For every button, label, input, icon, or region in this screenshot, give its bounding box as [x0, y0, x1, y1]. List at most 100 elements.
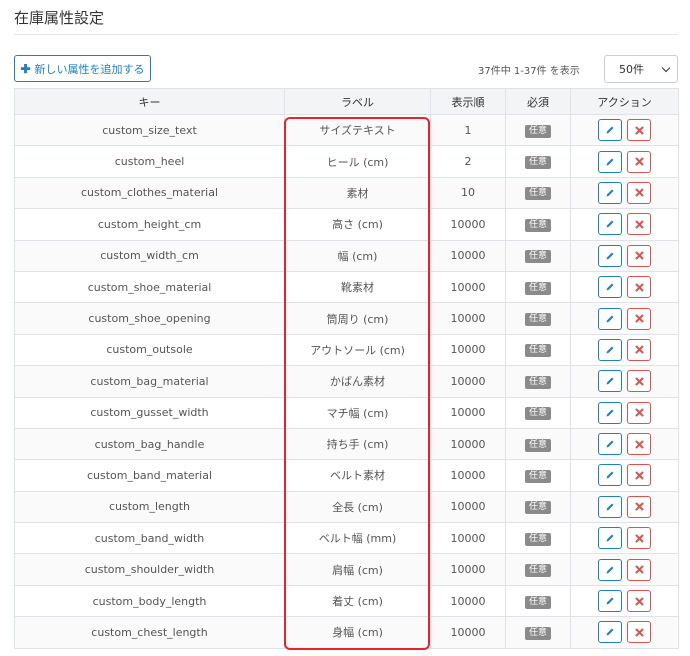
table-header-row: キー ラベル 表示順 必須 アクション: [14, 88, 679, 115]
delete-button[interactable]: [627, 338, 651, 361]
edit-button[interactable]: [598, 338, 622, 361]
edit-button[interactable]: [598, 558, 622, 581]
cell-actions: [570, 176, 679, 210]
cell-label: 身幅 (cm): [284, 616, 431, 649]
cell-actions: [570, 584, 679, 618]
cell-actions: [570, 459, 679, 492]
delete-button[interactable]: [627, 433, 651, 456]
cell-label: 肩幅 (cm): [284, 553, 431, 586]
cell-key: custom_heel: [14, 145, 285, 178]
row-actions: [571, 181, 678, 204]
required-badge: 任意: [524, 469, 551, 483]
cell-required: 任意: [505, 365, 571, 398]
pencil-icon: [605, 125, 615, 135]
edit-button[interactable]: [598, 495, 622, 518]
page-size-value: 50件: [619, 63, 644, 76]
x-icon: [635, 220, 644, 229]
plus-icon: ✚: [20, 61, 31, 76]
delete-button[interactable]: [627, 558, 651, 581]
cell-required: 任意: [505, 302, 571, 335]
header-key: キー: [14, 88, 285, 115]
row-actions: [571, 370, 678, 393]
table-row: custom_outsole アウトソール (cm) 10000 任意: [14, 333, 679, 367]
edit-button[interactable]: [598, 150, 622, 173]
edit-button[interactable]: [598, 464, 622, 487]
cell-required: 任意: [505, 396, 571, 429]
x-icon: [635, 345, 644, 354]
cell-order: 10000: [430, 616, 506, 649]
edit-button[interactable]: [598, 433, 622, 456]
pencil-icon: [605, 470, 615, 480]
x-icon: [635, 440, 644, 449]
table-row: custom_heel ヒール (cm) 2 任意: [14, 145, 679, 178]
x-icon: [635, 377, 644, 386]
delete-button[interactable]: [627, 527, 651, 550]
cell-actions: [570, 616, 679, 649]
cell-key: custom_shoe_material: [14, 270, 285, 304]
cell-actions: [570, 490, 679, 524]
delete-button[interactable]: [627, 401, 651, 424]
cell-required: 任意: [505, 427, 571, 461]
row-actions: [571, 527, 678, 550]
cell-key: custom_bag_handle: [14, 427, 285, 461]
cell-label: 素材: [284, 176, 431, 210]
edit-button[interactable]: [598, 213, 622, 236]
delete-button[interactable]: [627, 590, 651, 613]
edit-button[interactable]: [598, 621, 622, 644]
cell-actions: [570, 239, 679, 272]
cell-key: custom_height_cm: [14, 208, 285, 241]
cell-order: 10000: [430, 239, 506, 272]
x-icon: [635, 565, 644, 574]
delete-button[interactable]: [627, 307, 651, 330]
table-row: custom_body_length 着丈 (cm) 10000 任意: [14, 584, 679, 618]
required-badge: 任意: [524, 595, 551, 609]
cell-actions: [570, 208, 679, 241]
edit-button[interactable]: [598, 527, 622, 550]
edit-button[interactable]: [598, 401, 622, 424]
edit-button[interactable]: [598, 307, 622, 330]
required-badge: 任意: [524, 124, 551, 138]
edit-button[interactable]: [598, 590, 622, 613]
cell-order: 1: [430, 113, 506, 147]
pencil-icon: [605, 502, 615, 512]
delete-button[interactable]: [627, 213, 651, 236]
edit-button[interactable]: [598, 276, 622, 299]
x-icon: [635, 251, 644, 260]
delete-button[interactable]: [627, 621, 651, 644]
page-size-select[interactable]: 50件: [604, 55, 678, 83]
cell-required: 任意: [505, 145, 571, 178]
attribute-table: キー ラベル 表示順 必須 アクション custom_size_text サイズ…: [14, 88, 679, 649]
cell-order: 2: [430, 145, 506, 178]
cell-label: 高さ (cm): [284, 208, 431, 241]
add-attribute-button[interactable]: ✚ 新しい属性を追加する: [14, 55, 151, 82]
delete-button[interactable]: [627, 244, 651, 267]
required-badge: 任意: [524, 532, 551, 546]
delete-button[interactable]: [627, 370, 651, 393]
delete-button[interactable]: [627, 495, 651, 518]
edit-button[interactable]: [598, 181, 622, 204]
row-actions: [571, 244, 678, 267]
delete-button[interactable]: [627, 181, 651, 204]
cell-order: 10000: [430, 270, 506, 304]
pencil-icon: [605, 251, 615, 261]
edit-button[interactable]: [598, 370, 622, 393]
cell-key: custom_chest_length: [14, 616, 285, 649]
delete-button[interactable]: [627, 276, 651, 299]
cell-order: 10000: [430, 333, 506, 367]
cell-key: custom_body_length: [14, 584, 285, 618]
x-icon: [635, 314, 644, 323]
cell-order: 10000: [430, 208, 506, 241]
edit-button[interactable]: [598, 244, 622, 267]
cell-order: 10000: [430, 365, 506, 398]
delete-button[interactable]: [627, 464, 651, 487]
required-badge: 任意: [524, 187, 551, 201]
cell-order: 10000: [430, 427, 506, 461]
cell-required: 任意: [505, 208, 571, 241]
cell-order: 10000: [430, 490, 506, 524]
delete-button[interactable]: [627, 119, 651, 142]
table-row: custom_band_width ベルト幅 (mm) 10000 任意: [14, 522, 679, 555]
delete-button[interactable]: [627, 150, 651, 173]
edit-button[interactable]: [598, 119, 622, 142]
cell-actions: [570, 396, 679, 429]
row-actions: [571, 276, 678, 299]
